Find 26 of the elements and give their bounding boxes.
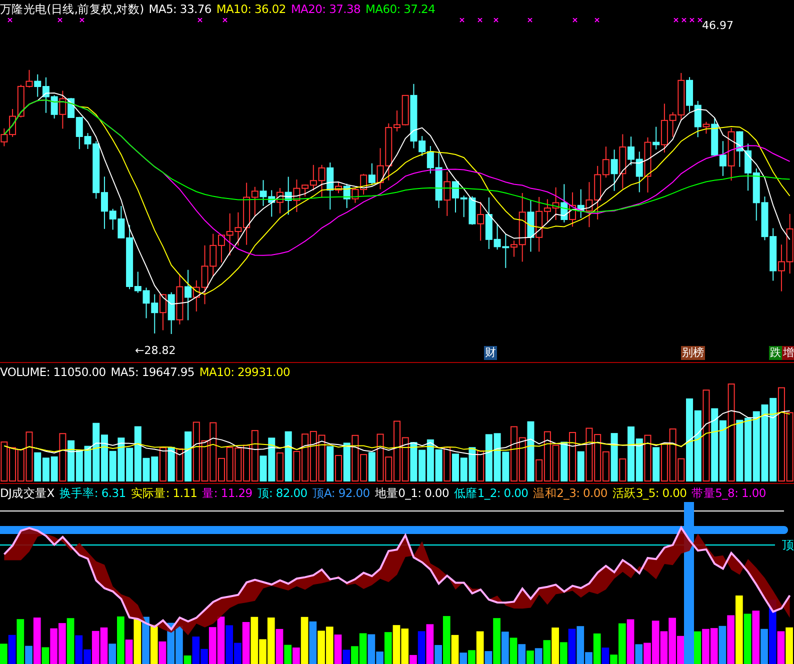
volume-value: MA10: 29931.00 xyxy=(199,365,290,379)
indicator-value: 顶A: 92.00 xyxy=(312,486,370,500)
ma-value: MA10: 36.02 xyxy=(216,2,286,16)
indicator-value: 带量5_8: 1.00 xyxy=(692,486,766,500)
indicator-title: DJ成交量X xyxy=(0,486,54,500)
event-tag[interactable]: 跌 xyxy=(769,346,782,360)
top-level-label: 顶 xyxy=(782,537,794,554)
indicator-value: 量: 11.29 xyxy=(202,486,252,500)
indicator-value: 换手率: 6.31 xyxy=(59,486,126,500)
indicator-value: 活跃3_5: 0.00 xyxy=(612,486,687,500)
low-price-label: ←28.82 xyxy=(135,344,176,357)
indicator-value: 低靡1_2: 0.00 xyxy=(454,486,528,500)
event-tag[interactable]: 财 xyxy=(484,346,497,360)
volume-value: VOLUME: 11050.00 xyxy=(0,365,106,379)
chart-title: 万隆光电(日线,前复权,对数) xyxy=(0,2,144,16)
volume-value: MA5: 19647.95 xyxy=(110,365,194,379)
high-price-label: 46.97 xyxy=(702,19,734,32)
event-tag[interactable]: 增 xyxy=(782,346,794,360)
indicator-value: 顶: 82.00 xyxy=(257,486,308,500)
ma-value: MA20: 37.38 xyxy=(290,2,361,16)
indicator-value: 地量0_1: 0.00 xyxy=(374,486,449,500)
indicator-value: 实际量: 1.11 xyxy=(130,486,198,500)
indicator-value: 温和2_3: 0.00 xyxy=(533,486,608,500)
ma-value: MA5: 33.76 xyxy=(148,2,212,16)
event-tag[interactable]: 别榜 xyxy=(681,346,705,360)
ma-value: MA60: 37.24 xyxy=(366,2,436,16)
